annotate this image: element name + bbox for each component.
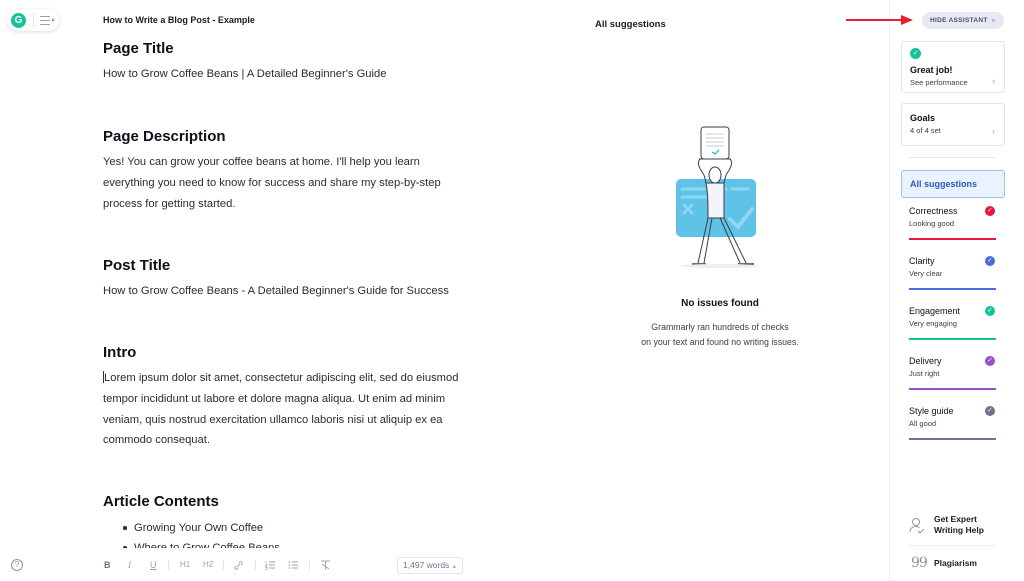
- bold-button[interactable]: B: [104, 560, 111, 570]
- word-count: 1,497 words: [403, 560, 450, 570]
- menu-icon[interactable]: [40, 15, 55, 25]
- category-bar: [909, 438, 996, 440]
- heading2-button[interactable]: H2: [203, 560, 213, 569]
- category-style-guide[interactable]: Style guide All good ✓: [909, 406, 996, 440]
- toolbar-separator: [168, 560, 169, 570]
- expert-help-button[interactable]: Get Expert Writing Help: [909, 513, 999, 539]
- category-bar: [909, 388, 996, 390]
- category-status: Very engaging: [909, 319, 957, 328]
- goals-card[interactable]: Goals 4 of 4 set ›: [901, 103, 1005, 146]
- italic-button[interactable]: I: [128, 560, 131, 570]
- section-heading[interactable]: Page Title: [103, 40, 174, 57]
- suggestions-title: All suggestions: [595, 19, 666, 30]
- category-delivery[interactable]: Delivery Just right ✓: [909, 356, 996, 390]
- section-heading[interactable]: Intro: [103, 344, 136, 361]
- check-circle-icon: ✓: [985, 306, 995, 316]
- no-issues-title: No issues found: [681, 298, 759, 309]
- category-status: All good: [909, 419, 937, 428]
- document-title[interactable]: How to Write a Blog Post - Example: [103, 15, 255, 25]
- performance-card[interactable]: ✓ Great job! See performance ›: [901, 41, 1005, 93]
- link-icon[interactable]: [233, 560, 244, 571]
- toolbar-separator: [255, 560, 256, 570]
- double-chevron-right-icon: »: [991, 17, 996, 24]
- underline-button[interactable]: U: [150, 560, 157, 570]
- help-icon[interactable]: ?: [11, 559, 23, 571]
- section-heading[interactable]: Page Description: [103, 128, 226, 145]
- grammarly-menu-pill[interactable]: G: [7, 9, 59, 31]
- all-suggestions-tab[interactable]: All suggestions: [901, 170, 1005, 198]
- category-name: Delivery: [909, 356, 942, 366]
- section-body[interactable]: How to Grow Coffee Beans - A Detailed Be…: [103, 281, 483, 302]
- category-status: Looking good: [909, 219, 955, 228]
- toolbar-separator: [223, 560, 224, 570]
- toolbar-separator: [309, 560, 310, 570]
- caret-up-icon: ▲: [451, 564, 458, 570]
- annotation-arrow: [846, 15, 913, 25]
- plagiarism-label: Plagiarism: [934, 558, 977, 568]
- check-circle-icon: ✓: [985, 406, 995, 416]
- section-heading[interactable]: Article Contents: [103, 493, 219, 510]
- expert-person-icon: [909, 518, 925, 534]
- section-body[interactable]: How to Grow Coffee Beans | A Detailed Be…: [103, 64, 483, 85]
- section-heading[interactable]: Post Title: [103, 257, 170, 274]
- check-circle-icon: ✓: [985, 256, 995, 266]
- category-status: Very clear: [909, 269, 943, 278]
- category-status: Just right: [909, 369, 940, 378]
- list-item[interactable]: Growing Your Own Coffee: [121, 518, 280, 538]
- section-body[interactable]: Yes! You can grow your coffee beans at h…: [103, 152, 465, 214]
- chevron-right-icon: ›: [992, 126, 995, 136]
- check-circle-icon: ✓: [985, 356, 995, 366]
- hide-assistant-button[interactable]: HIDE ASSISTANT»: [922, 12, 1004, 29]
- sidebar-divider: [909, 157, 995, 158]
- category-bar: [909, 288, 996, 290]
- numbered-list-icon[interactable]: [265, 560, 276, 570]
- chevron-right-icon: ›: [992, 76, 995, 86]
- goals-subtitle: 4 of 4 set: [910, 126, 941, 135]
- category-engagement[interactable]: Engagement Very engaging ✓: [909, 306, 996, 340]
- check-circle-icon: ✓: [985, 206, 995, 216]
- category-bar: [909, 338, 996, 340]
- category-name: Clarity: [909, 256, 935, 266]
- no-issues-illustration: [676, 126, 760, 268]
- pill-divider: [33, 14, 34, 26]
- category-correctness[interactable]: Correctness Looking good ✓: [909, 206, 996, 240]
- grammarly-logo-icon[interactable]: G: [11, 12, 26, 28]
- no-issues-description: Grammarly ran hundreds of checks on your…: [641, 322, 799, 347]
- clear-formatting-icon[interactable]: [320, 560, 331, 570]
- expert-help-label: Get Expert Writing Help: [934, 514, 984, 535]
- quote-icon: 99: [911, 555, 928, 571]
- category-name: Engagement: [909, 306, 961, 316]
- category-clarity[interactable]: Clarity Very clear ✓: [909, 256, 996, 290]
- performance-title: Great job!: [910, 65, 953, 75]
- word-count-button[interactable]: 1,497 words ▲: [397, 557, 464, 574]
- category-bar: [909, 238, 996, 240]
- check-circle-icon: ✓: [910, 48, 921, 59]
- category-name: Style guide: [909, 406, 954, 416]
- category-name: Correctness: [909, 206, 958, 216]
- plagiarism-button[interactable]: 99 Plagiarism: [909, 556, 999, 572]
- intro-text[interactable]: Lorem ipsum dolor sit amet, consectetur …: [103, 372, 458, 446]
- goals-title: Goals: [910, 113, 936, 123]
- heading1-button[interactable]: H1: [180, 560, 190, 569]
- bulleted-list-icon[interactable]: [288, 560, 299, 570]
- section-body-intro[interactable]: Lorem ipsum dolor sit amet, consectetur …: [103, 368, 483, 451]
- performance-subtitle: See performance: [910, 78, 968, 87]
- sidebar-divider: [909, 545, 995, 546]
